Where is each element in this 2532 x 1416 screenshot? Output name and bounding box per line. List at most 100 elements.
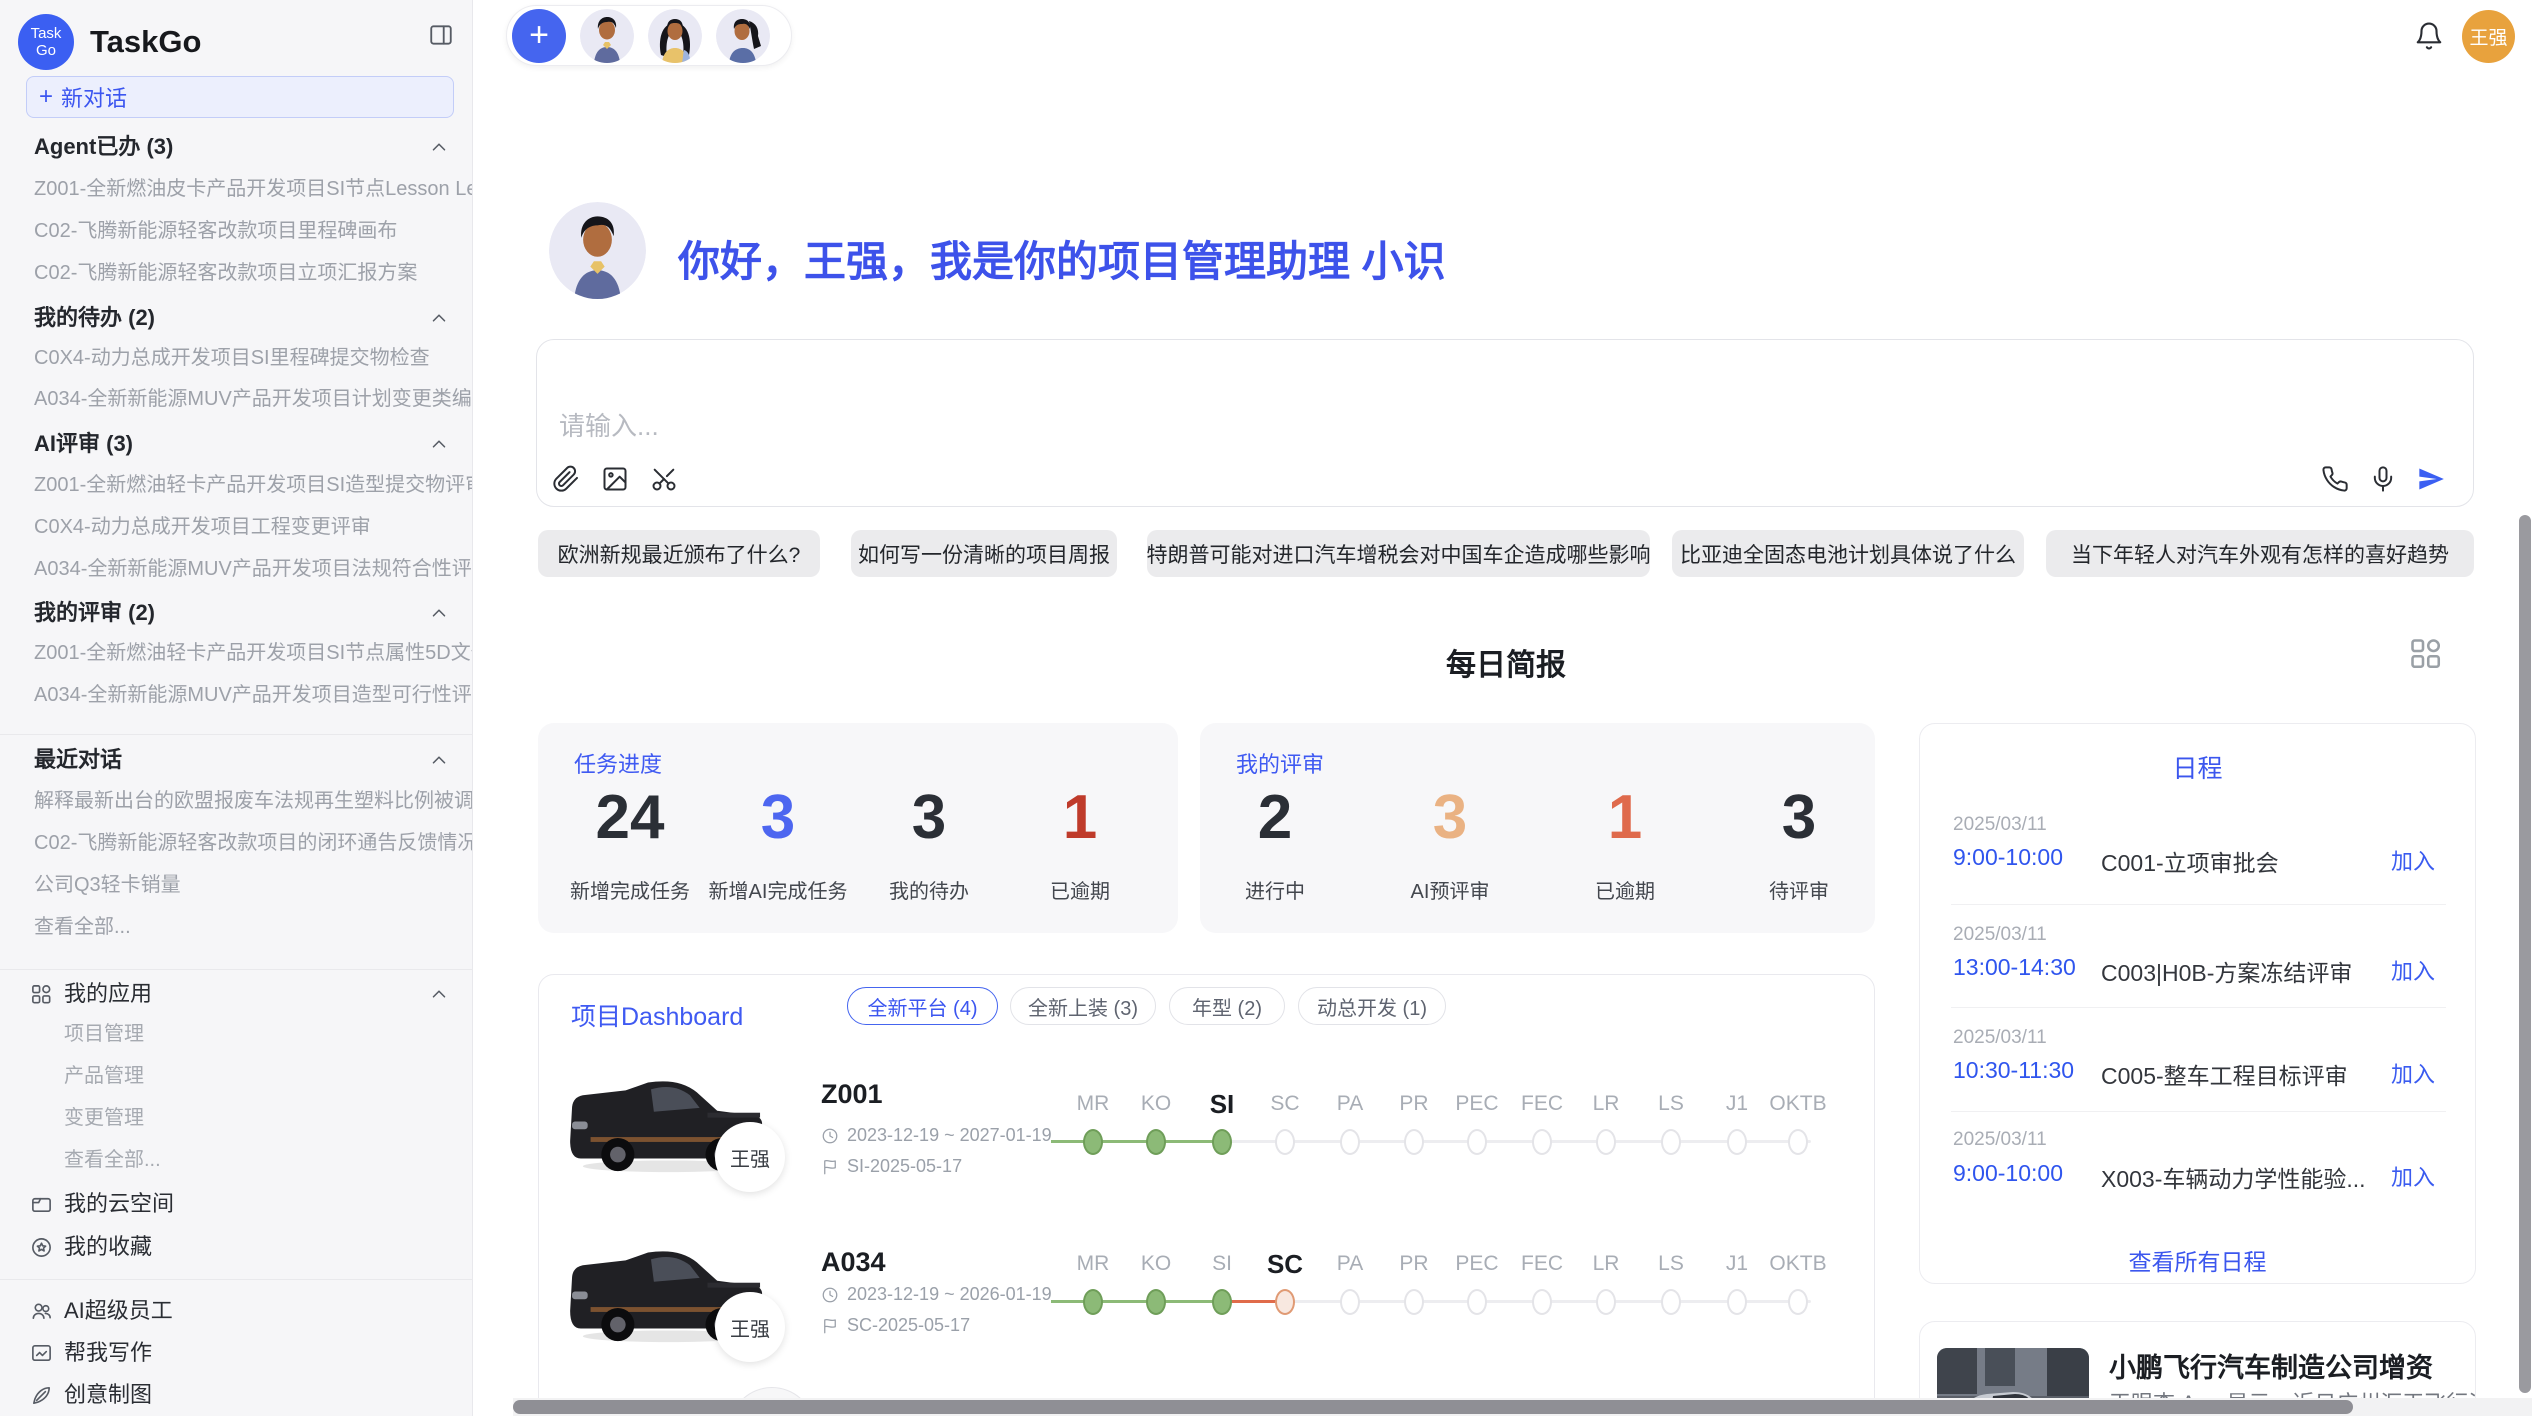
join-meeting-link[interactable]: 加入 [2391,954,2435,986]
chevron-up-icon[interactable] [428,983,450,1005]
chevron-up-icon[interactable] [428,602,450,624]
agent-avatar[interactable] [648,9,702,63]
app-item-product-mgmt[interactable]: 产品管理 [64,1063,144,1089]
sidebar-item-cloud-space[interactable]: 我的云空间 [64,1190,174,1218]
layout-grid-icon[interactable] [2408,636,2444,672]
sidebar-item[interactable]: C02-飞腾新能源轻客改款项目立项汇报方案 [34,260,472,286]
send-icon[interactable] [2417,465,2445,493]
milestone-dot-done[interactable] [1212,1289,1232,1315]
join-meeting-link[interactable]: 加入 [2391,1057,2435,1089]
milestone-dot[interactable] [1661,1289,1681,1315]
project-code[interactable]: A034 [821,1247,886,1278]
milestone-dot-done[interactable] [1212,1129,1232,1155]
quick-agents-bar: + [506,5,792,66]
milestone-dot-done[interactable] [1083,1129,1103,1155]
sidebar-item-help-write[interactable]: 帮我写作 [64,1339,152,1367]
sidebar-item-my-apps[interactable]: 我的应用 [64,980,152,1008]
milestone-dot[interactable] [1404,1129,1424,1155]
tab-powertrain[interactable]: 动总开发 (1) [1298,987,1446,1025]
group-title-my-todo[interactable]: 我的待办 (2) [34,304,155,332]
schedule-name[interactable]: C001-立项审批会 [2101,844,2279,878]
microphone-icon[interactable] [2369,465,2397,493]
sidebar-item-favorites[interactable]: 我的收藏 [64,1233,152,1261]
recent-chat-item[interactable]: C02-飞腾新能源轻客改款项目的闭环通告反馈情况 [34,830,472,856]
milestone-dot[interactable] [1340,1289,1360,1315]
screenshot-scissors-icon[interactable] [650,465,678,493]
sidebar-item[interactable]: Z001-全新燃油轻卡产品开发项目SI造型提交物评审 [34,472,472,498]
recent-chat-view-all[interactable]: 查看全部... [34,914,472,940]
sidebar-item[interactable]: A034-全新新能源MUV产品开发项目法规符合性评审 [34,556,472,582]
agent-avatar[interactable] [716,9,770,63]
chevron-up-icon[interactable] [428,307,450,329]
milestone-dot-done[interactable] [1146,1129,1166,1155]
milestone-dot[interactable] [1532,1129,1552,1155]
horizontal-scrollbar[interactable] [513,1398,2532,1416]
milestone-dot[interactable] [1596,1129,1616,1155]
milestone-dot[interactable] [1727,1289,1747,1315]
milestone-dot-done[interactable] [1146,1289,1166,1315]
app-item-view-all[interactable]: 查看全部... [64,1147,161,1173]
sidebar-item-creative-draw[interactable]: 创意制图 [64,1381,152,1409]
chevron-up-icon[interactable] [428,749,450,771]
milestone-dot[interactable] [1788,1289,1808,1315]
suggestion-chip[interactable]: 欧洲新规最近颁布了什么? [538,530,820,577]
milestone-dot[interactable] [1788,1129,1808,1155]
chevron-up-icon[interactable] [428,433,450,455]
suggestion-chip[interactable]: 比亚迪全固态电池计划具体说了什么 [1672,530,2024,577]
app-item-project-mgmt[interactable]: 项目管理 [64,1021,144,1047]
tab-new-body[interactable]: 全新上装 (3) [1010,987,1156,1025]
chat-input[interactable]: 请输入... [536,339,2474,507]
milestone-dot[interactable] [1340,1129,1360,1155]
recent-chat-item[interactable]: 公司Q3轻卡销量 [34,872,472,898]
milestone-dot-done[interactable] [1083,1289,1103,1315]
vertical-scrollbar-thumb[interactable] [2519,515,2531,1393]
sidebar-item[interactable]: C0X4-动力总成开发项目工程变更评审 [34,514,472,540]
join-meeting-link[interactable]: 加入 [2391,844,2435,876]
notification-bell-icon[interactable] [2414,21,2444,51]
add-agent-button[interactable]: + [512,9,566,63]
image-upload-icon[interactable] [601,465,629,493]
schedule-name[interactable]: C005-整车工程目标评审 [2101,1057,2348,1091]
sidebar-item[interactable]: Z001-全新燃油轻卡产品开发项目SI节点属性5D文件评审 [34,640,472,666]
new-chat-button[interactable]: + 新对话 [26,76,454,118]
milestone-dot[interactable] [1467,1289,1487,1315]
milestone-dot-overdue[interactable] [1275,1289,1295,1315]
suggestion-chip[interactable]: 当下年轻人对汽车外观有怎样的喜好趋势 [2046,530,2474,577]
group-title-ai-review[interactable]: AI评审 (3) [34,430,133,458]
sidebar-item-ai-staff[interactable]: AI超级员工 [64,1297,173,1325]
sidebar-item[interactable]: A034-全新新能源MUV产品开发项目计划变更类编写 [34,386,472,412]
milestone-dot[interactable] [1727,1129,1747,1155]
sidebar-item[interactable]: C0X4-动力总成开发项目SI里程碑提交物检查 [34,345,472,371]
chevron-up-icon[interactable] [428,136,450,158]
sidebar-item[interactable]: Z001-全新燃油皮卡产品开发项目SI节点Lesson Learn报告 [34,176,472,202]
phone-call-icon[interactable] [2321,465,2349,493]
suggestion-chip[interactable]: 特朗普可能对进口汽车增税会对中国车企造成哪些影响 [1147,530,1650,577]
view-all-schedule-link[interactable]: 查看所有日程 [1920,1243,2475,1277]
user-avatar[interactable]: 王强 [2462,10,2515,63]
milestone-dot[interactable] [1596,1289,1616,1315]
horizontal-scrollbar-thumb[interactable] [513,1400,2353,1414]
milestone-dot[interactable] [1275,1129,1295,1155]
group-title-my-review[interactable]: 我的评审 (2) [34,599,155,627]
tab-new-platform[interactable]: 全新平台 (4) [847,987,998,1025]
sidebar-item[interactable]: A034-全新新能源MUV产品开发项目造型可行性评审 [34,682,472,708]
agent-avatar[interactable] [580,9,634,63]
schedule-name[interactable]: C003|H0B-方案冻结评审 [2101,954,2352,988]
sidebar-item[interactable]: C02-飞腾新能源轻客改款项目里程碑画布 [34,218,472,244]
app-item-change-mgmt[interactable]: 变更管理 [64,1105,144,1131]
collapse-sidebar-icon[interactable] [428,22,454,48]
schedule-name[interactable]: X003-车辆动力学性能验... [2101,1160,2366,1194]
milestone-dot[interactable] [1532,1289,1552,1315]
project-code[interactable]: Z001 [821,1079,883,1110]
group-title-agent-done[interactable]: Agent已办 (3) [34,133,173,161]
news-title[interactable]: 小鹏飞行汽车制造公司增资 [2109,1346,2433,1385]
recent-chat-item[interactable]: 解释最新出台的欧盟报废车法规再生塑料比例被调至15%... [34,788,472,814]
milestone-dot[interactable] [1404,1289,1424,1315]
attachment-paperclip-icon[interactable] [552,465,580,493]
milestone-dot[interactable] [1467,1129,1487,1155]
join-meeting-link[interactable]: 加入 [2391,1160,2435,1192]
tab-year-model[interactable]: 年型 (2) [1169,987,1285,1025]
suggestion-chip[interactable]: 如何写一份清晰的项目周报 [851,530,1117,577]
milestone-dot[interactable] [1661,1129,1681,1155]
group-title-recent-chats[interactable]: 最近对话 [34,746,122,774]
